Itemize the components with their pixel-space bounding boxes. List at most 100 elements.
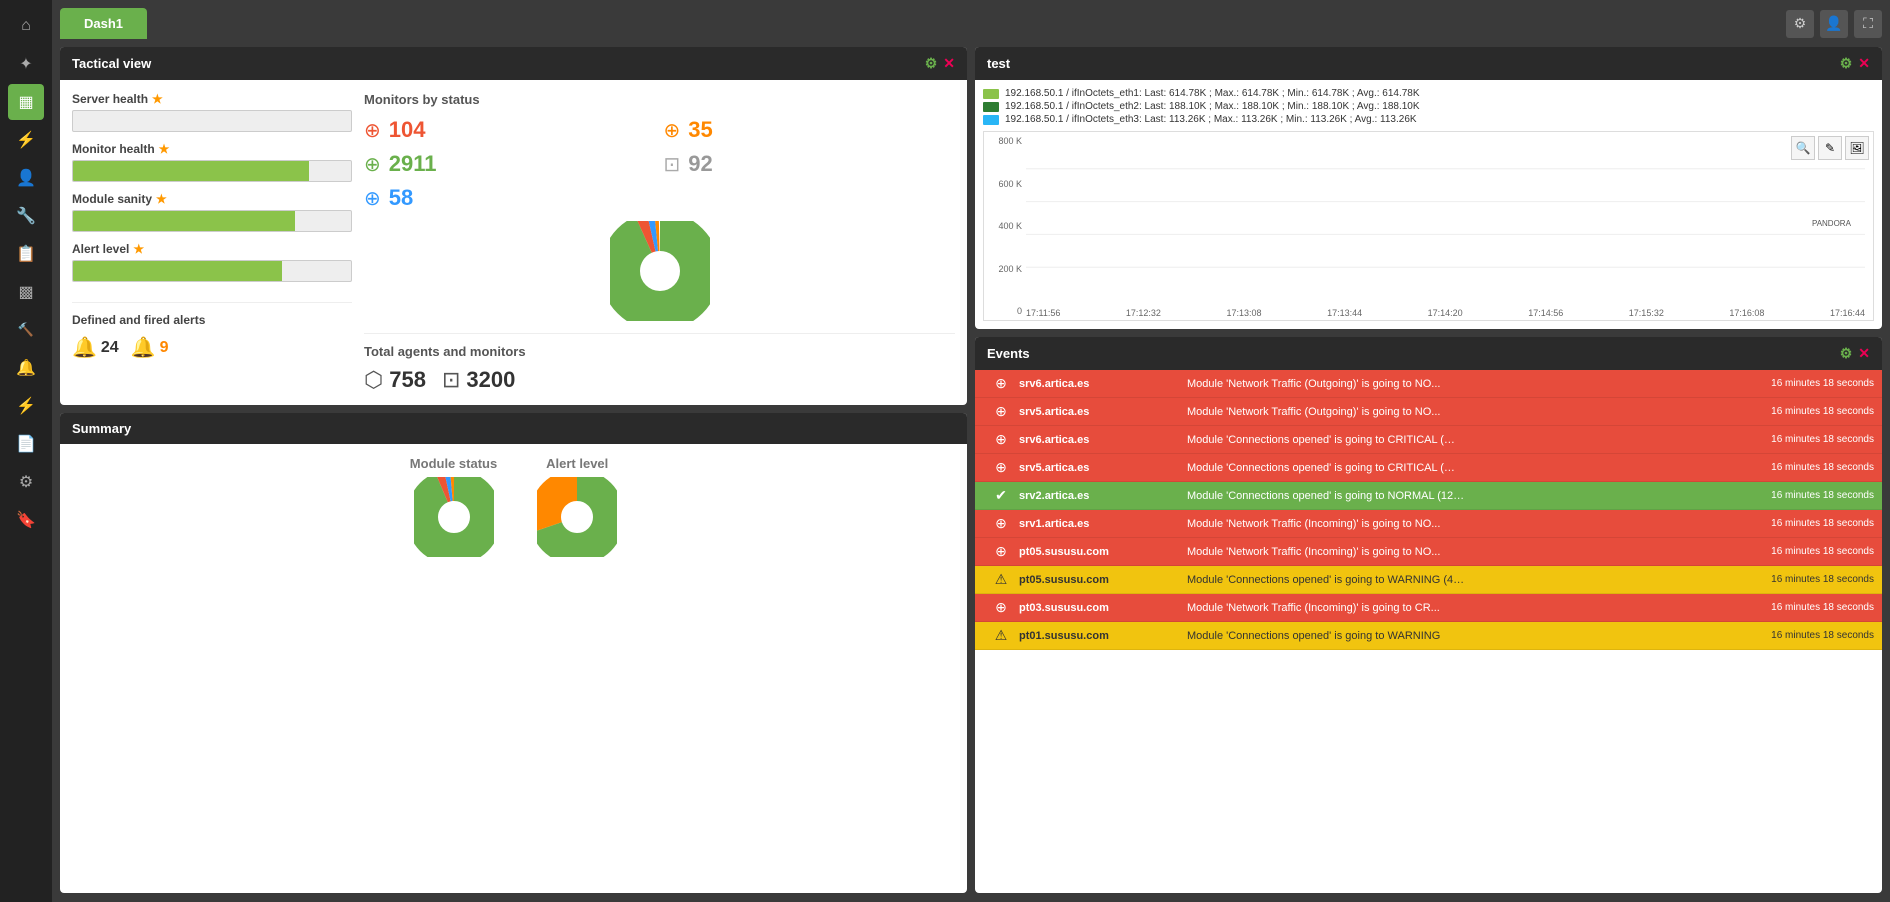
dashboard-grid: Tactical view ⚙ ✕ Server h: [60, 47, 1882, 893]
legend-eth2: 192.168.50.1 / ifInOctets_eth2: Last: 18…: [983, 101, 1874, 112]
area-chart-svg: PANDORA: [1026, 136, 1865, 300]
alert-level-item: Alert level ★: [72, 242, 352, 282]
event-row: ⊕srv5.artica.esModule 'Connections opene…: [975, 454, 1882, 482]
alert-level-pie: [537, 477, 617, 557]
monitor-health-bar-container: [72, 160, 352, 182]
sidebar-dashboard[interactable]: ▦: [8, 84, 44, 120]
health-metrics: Server health ★ Monitor heal: [72, 92, 352, 393]
y-800: 800 K: [986, 136, 1022, 146]
health-section: Server health ★ Monitor heal: [72, 92, 352, 360]
events-gear-icon[interactable]: ⚙: [1840, 345, 1853, 362]
event-time: 16 minutes 18 seconds: [1724, 462, 1874, 473]
sidebar-reports[interactable]: 📋: [8, 236, 44, 272]
sidebar-files[interactable]: 📄: [8, 426, 44, 462]
summary-charts: Module status Alert level: [72, 456, 955, 557]
event-host: pt05.sususu.com: [1019, 546, 1179, 558]
alerts-row: 🔔 24 🔔 9: [72, 335, 352, 360]
sidebar-charts[interactable]: ✦: [8, 46, 44, 82]
agents-icon: ⬡: [364, 367, 383, 393]
legend-color-eth1: [983, 89, 999, 99]
chart-image-btn[interactable]: 🖼: [1845, 136, 1869, 160]
tab-bar: Dash1 ⚙ 👤 ⛶: [60, 8, 1882, 39]
chart-edit-btn[interactable]: ✎: [1818, 136, 1842, 160]
event-message: Module 'Network Traffic (Incoming)' is g…: [1179, 602, 1724, 614]
y-0: 0: [986, 306, 1022, 316]
x-1714b: 17:14:56: [1528, 308, 1563, 318]
events-list: ⊕srv6.artica.esModule 'Network Traffic (…: [975, 370, 1882, 890]
server-health-item: Server health ★: [72, 92, 352, 132]
event-host: srv6.artica.es: [1019, 434, 1179, 446]
sidebar-modules[interactable]: ▩: [8, 274, 44, 310]
events-title: Events: [987, 346, 1030, 361]
event-row: ⚠pt05.sususu.comModule 'Connections open…: [975, 566, 1882, 594]
event-time: 16 minutes 18 seconds: [1724, 630, 1874, 641]
monitors-count-icon: ⊡: [442, 367, 460, 393]
critical-count: 104: [389, 117, 656, 143]
agents-title: Total agents and monitors: [364, 344, 955, 359]
legend-eth3: 192.168.50.1 / ifInOctets_eth3: Last: 11…: [983, 114, 1874, 125]
window-controls: ⚙ 👤 ⛶: [1786, 10, 1882, 38]
sidebar-tools[interactable]: 🔨: [8, 312, 44, 348]
monitor-health-star: ★: [159, 142, 170, 156]
event-time: 16 minutes 18 seconds: [1724, 434, 1874, 445]
sidebar-notifications[interactable]: 🔔: [8, 350, 44, 386]
event-time: 16 minutes 18 seconds: [1724, 406, 1874, 417]
test-chart-header: test ⚙ ✕: [975, 47, 1882, 80]
unknown-icon: ⊡: [664, 152, 681, 177]
monitor-health-label: Monitor health ★: [72, 142, 352, 156]
fired-alert-count: 9: [160, 339, 169, 357]
alert-level-label: Alert level ★: [72, 242, 352, 256]
event-time: 16 minutes 18 seconds: [1724, 518, 1874, 529]
sidebar-users[interactable]: 👤: [8, 160, 44, 196]
chart-zoom-btn[interactable]: 🔍: [1791, 136, 1815, 160]
monitors-pie-chart: [610, 221, 710, 321]
event-row: ⊕srv5.artica.esModule 'Network Traffic (…: [975, 398, 1882, 426]
event-type-icon: ⊕: [983, 459, 1019, 476]
module-status-label: Module status: [410, 456, 497, 471]
tactical-close-icon[interactable]: ✕: [943, 55, 955, 72]
y-400: 400 K: [986, 221, 1022, 231]
expand-button[interactable]: ⛶: [1854, 10, 1882, 38]
module-sanity-star: ★: [156, 192, 167, 206]
x-1712: 17:12:32: [1126, 308, 1161, 318]
user-button[interactable]: 👤: [1820, 10, 1848, 38]
server-health-star: ★: [152, 92, 163, 106]
sidebar-home[interactable]: ⌂: [8, 8, 44, 44]
legend-color-eth3: [983, 115, 999, 125]
chart-area: 800 K 600 K 400 K 200 K 0 🔍 ✎ 🖼: [983, 131, 1874, 321]
monitors-section: Monitors by status ⊕ 104 ⊕ 35 ⊕ 2911: [364, 92, 955, 393]
fired-alert-badge: 🔔 9: [131, 335, 169, 360]
event-message: Module 'Connections opened' is going to …: [1179, 574, 1724, 586]
tab-dash1[interactable]: Dash1: [60, 8, 147, 39]
tactical-gear-icon[interactable]: ⚙: [925, 55, 938, 72]
events-close-icon[interactable]: ✕: [1858, 345, 1870, 362]
legend-label-eth2: 192.168.50.1 / ifInOctets_eth2: Last: 18…: [1005, 101, 1420, 112]
event-type-icon: ⊕: [983, 543, 1019, 560]
test-chart-body: 192.168.50.1 / ifInOctets_eth1: Last: 61…: [975, 80, 1882, 329]
sidebar-settings[interactable]: ⚙: [8, 464, 44, 500]
legend-eth1: 192.168.50.1 / ifInOctets_eth1: Last: 61…: [983, 88, 1874, 99]
test-chart-gear-icon[interactable]: ⚙: [1840, 55, 1853, 72]
gear-button[interactable]: ⚙: [1786, 10, 1814, 38]
test-chart-panel: test ⚙ ✕ 192.168.50.1 / ifInOctets_eth1:…: [975, 47, 1882, 329]
sidebar-config[interactable]: 🔧: [8, 198, 44, 234]
event-row: ⊕srv6.artica.esModule 'Connections opene…: [975, 426, 1882, 454]
event-type-icon: ✔: [983, 487, 1019, 504]
event-time: 16 minutes 18 seconds: [1724, 378, 1874, 389]
sidebar-alerts[interactable]: ⚡: [8, 122, 44, 158]
normal-icon: ⊕: [364, 152, 381, 177]
monitors-total-count: 3200: [466, 367, 515, 393]
legend-label-eth3: 192.168.50.1 / ifInOctets_eth3: Last: 11…: [1005, 114, 1417, 125]
event-time: 16 minutes 18 seconds: [1724, 602, 1874, 613]
event-host: srv6.artica.es: [1019, 378, 1179, 390]
test-chart-icons: ⚙ ✕: [1840, 55, 1870, 72]
event-host: pt01.sususu.com: [1019, 630, 1179, 642]
normal-alert-badge: 🔔 24: [72, 335, 119, 360]
x-1714a: 17:14:20: [1428, 308, 1463, 318]
event-type-icon: ⊕: [983, 375, 1019, 392]
test-chart-close-icon[interactable]: ✕: [1858, 55, 1870, 72]
sidebar-tags[interactable]: 🔖: [8, 502, 44, 538]
event-row: ⊕pt03.sususu.comModule 'Network Traffic …: [975, 594, 1882, 622]
sidebar-bolt[interactable]: ⚡: [8, 388, 44, 424]
y-200: 200 K: [986, 264, 1022, 274]
